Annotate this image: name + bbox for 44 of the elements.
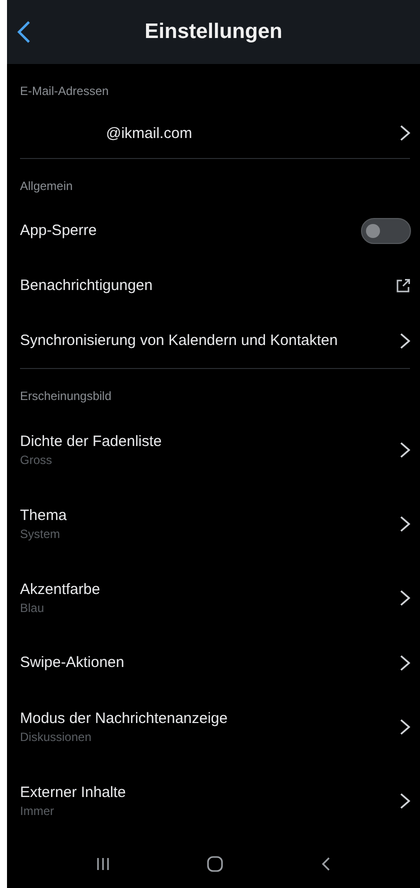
external-link-icon: [395, 278, 411, 294]
home-icon: [206, 855, 224, 873]
settings-row[interactable]: Akzentfarbe Blau: [20, 561, 420, 635]
settings-row[interactable]: Modus der Nachrichtenanzeige Diskussionen: [20, 690, 420, 764]
settings-row[interactable]: @ikmail.com: [20, 108, 420, 158]
settings-row[interactable]: Benachrichtigungen: [20, 258, 420, 313]
settings-row[interactable]: Thema System: [20, 487, 420, 561]
row-value: Immer: [20, 804, 54, 818]
toggle-switch[interactable]: [361, 218, 411, 244]
recent-apps-icon: [94, 856, 111, 872]
chevron-right-icon: [398, 718, 411, 736]
row-value: System: [20, 527, 60, 541]
row-value: Blau: [20, 601, 44, 615]
row-label: Synchronisierung von Kalendern und Kontakten: [20, 332, 338, 349]
chevron-right-icon: [398, 654, 411, 672]
back-icon: [17, 20, 31, 44]
section-header: Allgemein: [20, 178, 73, 195]
row-label: Modus der Nachrichtenanzeige: [20, 710, 228, 727]
section-header: E-Mail-Adressen: [20, 83, 109, 100]
settings-row[interactable]: Externer Inhalte Immer: [20, 764, 420, 838]
settings-row[interactable]: Dichte der Fadenliste Gross: [20, 413, 420, 487]
row-label: Akzentfarbe: [20, 581, 100, 598]
back-button[interactable]: [17, 20, 31, 44]
chevron-right-icon: [398, 792, 411, 810]
row-value: Gross: [20, 453, 52, 467]
chevron-right-icon: [398, 332, 411, 350]
row-label: Swipe-Aktionen: [20, 654, 124, 671]
row-label: Benachrichtigungen: [20, 277, 153, 294]
row-label: Dichte der Fadenliste: [20, 433, 162, 450]
chevron-right-icon: [398, 441, 411, 459]
section-header: Erscheinungsbild: [20, 388, 112, 405]
chevron-right-icon: [398, 589, 411, 607]
row-label: Thema: [20, 507, 67, 524]
row-label: App-Sperre: [20, 222, 97, 239]
row-label: Externer Inhalte: [20, 784, 126, 801]
row-label: @ikmail.com: [106, 124, 192, 142]
chevron-right-icon: [398, 515, 411, 533]
chevron-right-icon: [398, 124, 411, 142]
settings-row[interactable]: App-Sperre: [20, 203, 420, 258]
screen-title: Einstellungen: [144, 20, 282, 44]
back-icon: [320, 856, 332, 872]
row-value: Diskussionen: [20, 730, 92, 744]
settings-row[interactable]: Swipe-Aktionen: [20, 635, 420, 690]
settings-row[interactable]: Synchronisierung von Kalendern und Kontakten: [20, 313, 420, 368]
